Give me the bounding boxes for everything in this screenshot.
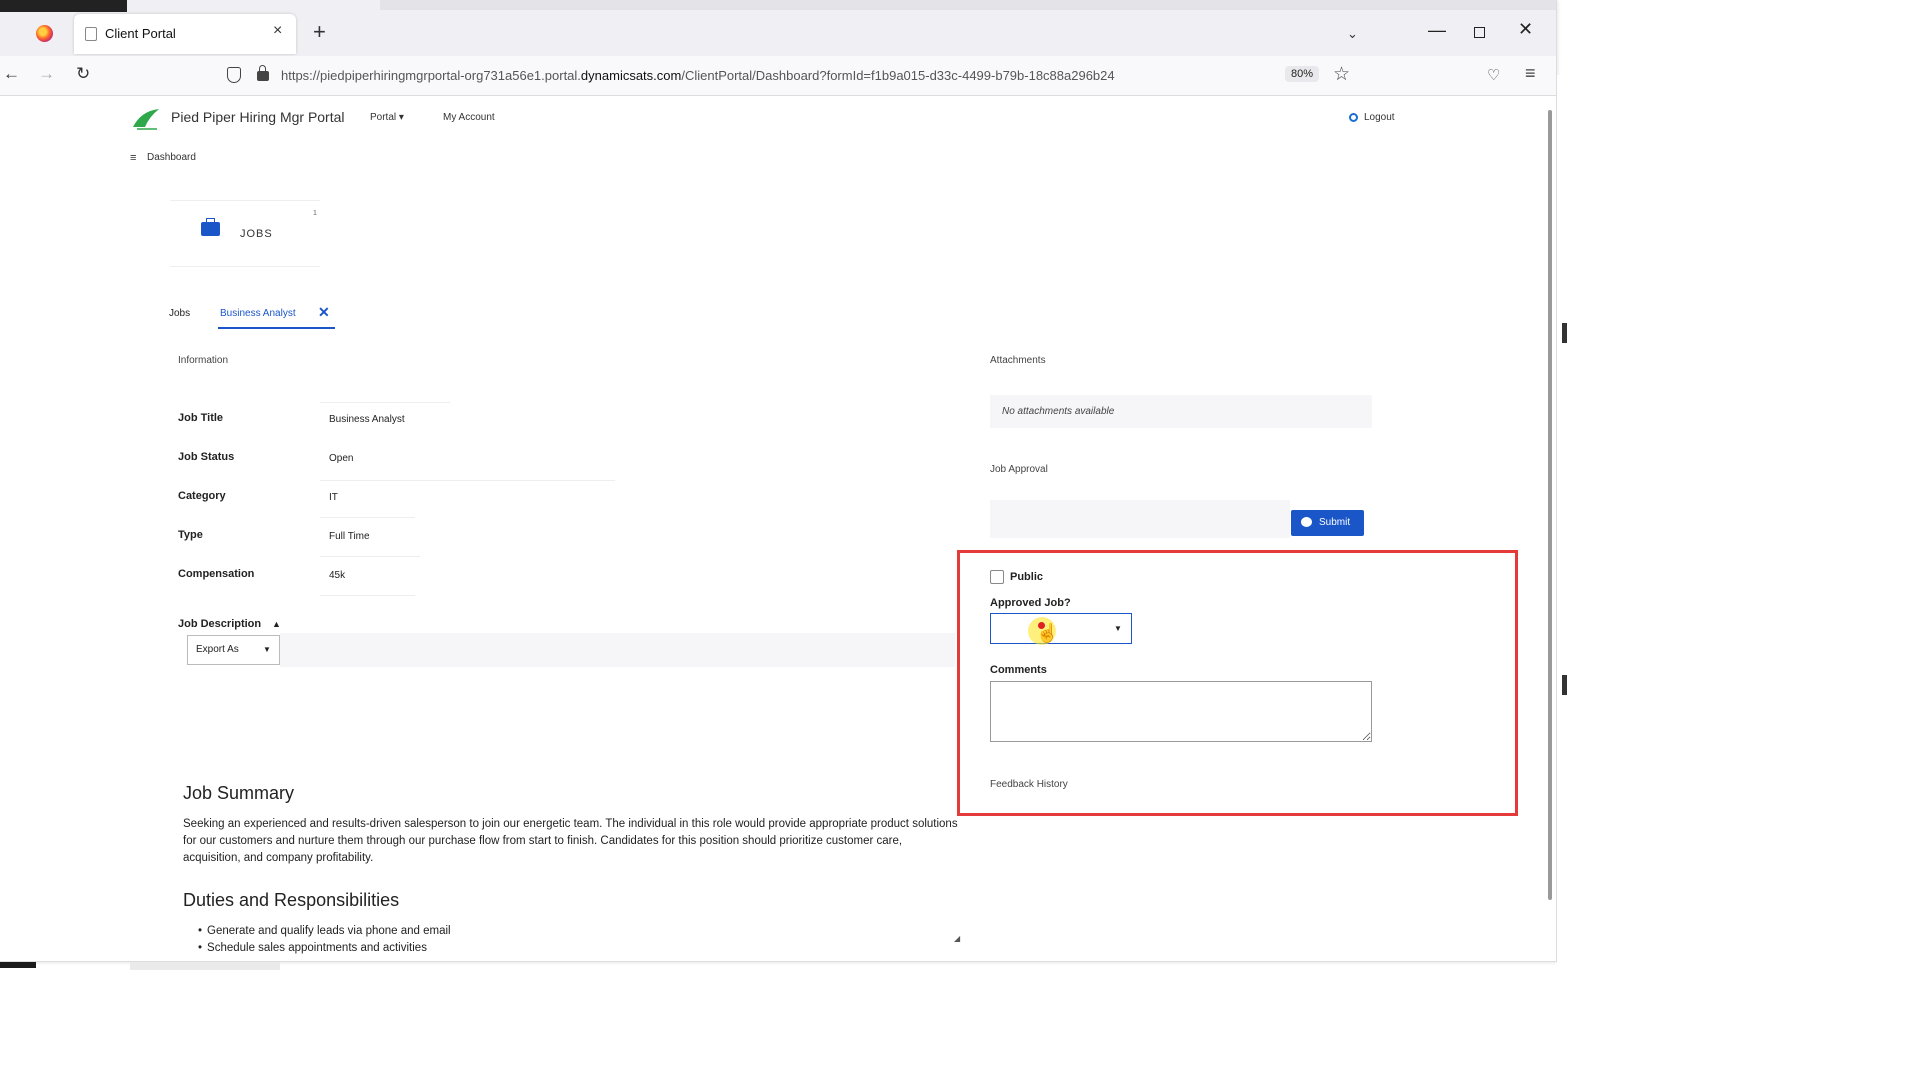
field-divider [320, 517, 415, 518]
compensation-label: Compensation [178, 568, 255, 580]
page-scrollbar[interactable] [1548, 110, 1552, 900]
firefox-icon[interactable] [36, 25, 53, 42]
new-tab-icon[interactable]: + [313, 21, 326, 43]
duties-heading: Duties and Responsibilities [183, 890, 400, 910]
list-item: Generate and qualify leads via phone and… [198, 923, 698, 940]
feedback-history-heading: Feedback History [990, 779, 1068, 790]
jobs-count: 1 [313, 210, 317, 217]
attachments-box: No attachments available [990, 395, 1372, 428]
tab-title: Client Portal [105, 26, 176, 41]
jobs-card[interactable]: JOBS 1 [170, 200, 320, 267]
comment-icon [1301, 517, 1312, 527]
hamburger-icon[interactable]: ≡ [130, 152, 136, 164]
list-item: Schedule sales appointments and activiti… [198, 940, 698, 957]
submit-button[interactable]: Submit [1291, 510, 1364, 536]
job-status-value: Open [329, 453, 354, 464]
approval-bar [990, 500, 1290, 538]
export-as-label: Export As [196, 644, 239, 655]
caret-up-icon[interactable]: ▲ [272, 619, 281, 629]
close-window-icon[interactable]: ✕ [1518, 19, 1533, 40]
approved-job-dropdown[interactable]: ▼ [990, 613, 1132, 644]
page-content: Pied Piper Hiring Mgr Portal Portal ▾ My… [0, 97, 1545, 959]
category-value: IT [329, 492, 338, 503]
pocket-icon[interactable]: ♡ [1487, 66, 1500, 84]
comments-label: Comments [990, 664, 1047, 676]
reload-icon[interactable]: ↻ [76, 64, 90, 84]
shield-icon[interactable] [227, 67, 241, 83]
public-checkbox[interactable] [990, 570, 1004, 584]
window-top-shade [380, 0, 1556, 10]
job-description-label[interactable]: Job Description [178, 618, 261, 630]
caret-down-icon: ▼ [1114, 624, 1122, 633]
jobs-card-label: JOBS [240, 228, 273, 240]
zoom-level[interactable]: 80% [1285, 66, 1320, 82]
editor-toolbar [280, 633, 955, 667]
field-divider [320, 556, 420, 557]
maximize-icon[interactable] [1474, 27, 1485, 38]
background-window-edge [1562, 675, 1567, 695]
my-account-link[interactable]: My Account [443, 112, 495, 123]
page-icon [85, 27, 97, 41]
field-divider [320, 402, 450, 403]
attachments-heading: Attachments [990, 355, 1046, 366]
comments-textarea[interactable] [990, 681, 1372, 742]
caret-down-icon: ▼ [263, 645, 271, 654]
minimize-icon[interactable]: — [1428, 20, 1446, 41]
navigation-bar: ← → ↻ https://piedpiperhiringmgrportal-o… [0, 56, 1556, 96]
portal-brand[interactable]: Pied Piper Hiring Mgr Portal [171, 109, 345, 125]
tab-jobs[interactable]: Jobs [169, 308, 190, 319]
export-as-dropdown[interactable]: Export As ▼ [187, 635, 280, 665]
information-heading: Information [178, 355, 229, 366]
portal-menu[interactable]: Portal ▾ [370, 112, 404, 123]
logout-icon[interactable] [1349, 113, 1358, 122]
tab-strip: Client Portal × + ⌄ — ✕ [0, 0, 1556, 56]
window-edge [1557, 75, 1565, 965]
type-value: Full Time [329, 531, 370, 542]
back-icon[interactable]: ← [3, 64, 20, 84]
taskbar-fragment [0, 962, 36, 968]
tab-business-analyst[interactable]: Business Analyst [220, 308, 296, 319]
browser-tab-client-portal[interactable]: Client Portal × [74, 14, 296, 54]
forward-icon[interactable]: → [38, 64, 55, 84]
attachments-empty-text: No attachments available [1002, 406, 1115, 417]
approved-job-label: Approved Job? [990, 597, 1071, 609]
job-summary-heading: Job Summary [183, 783, 295, 803]
taskbar-fragment [130, 962, 280, 970]
job-title-label: Job Title [178, 412, 224, 424]
dashboard-link[interactable]: Dashboard [147, 152, 196, 163]
field-divider [320, 595, 415, 596]
field-divider [320, 480, 615, 481]
address-bar[interactable]: https://piedpiperhiringmgrportal-org731a… [281, 68, 1115, 83]
lock-icon[interactable] [257, 65, 269, 81]
close-tab-icon[interactable]: ✕ [318, 304, 330, 321]
job-status-label: Job Status [178, 451, 235, 463]
active-tab-indicator [218, 327, 335, 329]
resize-handle-icon[interactable]: ◢ [954, 934, 960, 943]
pied-piper-logo [133, 109, 159, 130]
close-tab-icon[interactable]: × [273, 22, 282, 40]
duties-list: Generate and qualify leads via phone and… [198, 923, 698, 959]
job-approval-heading: Job Approval [990, 464, 1048, 475]
category-label: Category [178, 490, 226, 502]
chevron-down-icon[interactable]: ⌄ [1347, 26, 1358, 42]
url-prefix: https://piedpiperhiringmgrportal-org731a… [281, 68, 581, 83]
briefcase-icon [201, 218, 220, 236]
submit-label: Submit [1319, 517, 1351, 528]
mouse-cursor-icon [1028, 617, 1058, 645]
job-summary-text: Seeking an experienced and results-drive… [183, 818, 958, 864]
type-label: Type [178, 529, 203, 541]
job-title-value: Business Analyst [329, 414, 405, 425]
url-host: dynamicsats.com [580, 68, 682, 83]
taskbar-sliver [0, 0, 127, 12]
compensation-value: 45k [329, 570, 346, 581]
menu-icon[interactable]: ≡ [1525, 63, 1536, 84]
url-path: /ClientPortal/Dashboard?formId=f1b9a015-… [681, 68, 1115, 83]
browser-window: Client Portal × + ⌄ — ✕ ← → ↻ https://pi… [0, 0, 1557, 962]
background-window-edge [1562, 323, 1567, 343]
star-icon[interactable]: ☆ [1333, 63, 1350, 86]
public-label: Public [1010, 571, 1044, 583]
logout-link[interactable]: Logout [1364, 112, 1395, 123]
